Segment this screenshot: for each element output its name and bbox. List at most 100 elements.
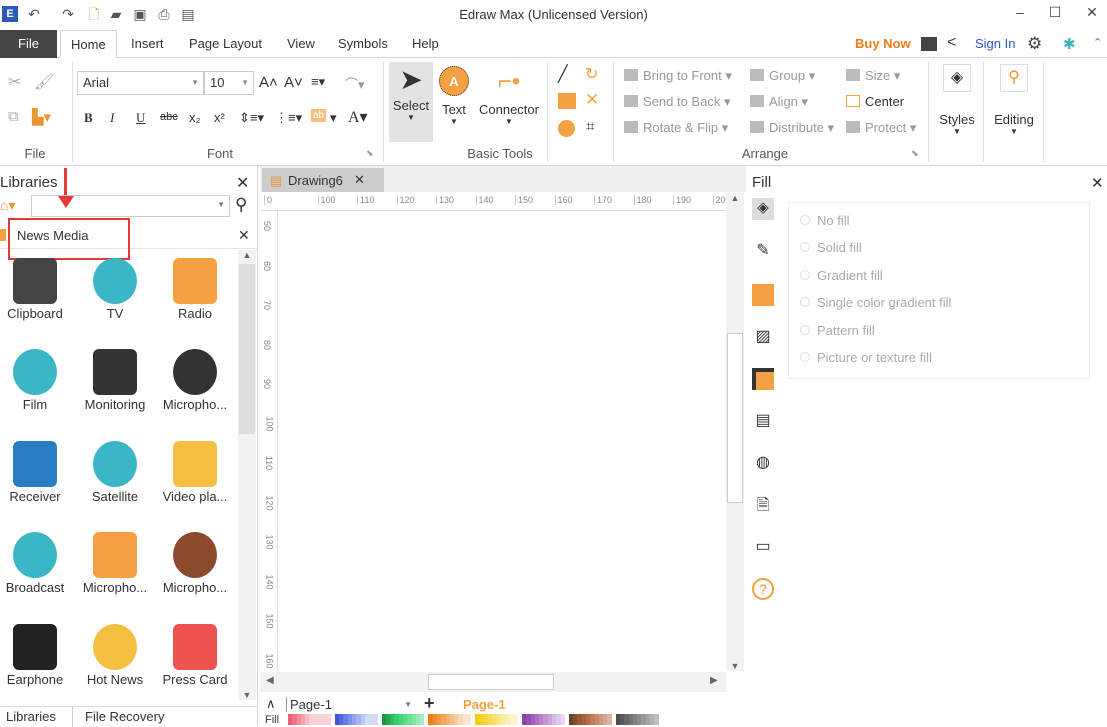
line-icon[interactable]: ╱ [558, 64, 568, 84]
line-style-icon[interactable]: ✎ [752, 240, 774, 262]
font-size-select[interactable]: 10 ▼ [204, 71, 254, 95]
layer-icon[interactable] [752, 368, 774, 390]
align-icon[interactable]: ≡▾ [311, 74, 325, 90]
protect-button[interactable]: Protect ▾ [846, 120, 916, 136]
crop-icon[interactable]: ⌗ [586, 118, 594, 135]
library-shape[interactable]: Micropho... [155, 349, 235, 412]
close-libraries-icon[interactable]: ✕ [236, 173, 249, 193]
library-shape[interactable]: Micropho... [75, 532, 155, 595]
align-button[interactable]: Align ▾ [750, 94, 808, 110]
attachment-icon[interactable]: 🗎 [752, 494, 774, 516]
tab-file-recovery[interactable]: File Recovery [85, 709, 164, 724]
rectangle-icon[interactable] [558, 93, 576, 109]
distribute-button[interactable]: Distribute ▾ [750, 120, 834, 136]
color-palette[interactable] [288, 714, 663, 725]
library-scrollbar[interactable]: ▲ ▼ [238, 250, 256, 700]
superscript-icon[interactable]: x² [214, 110, 225, 125]
library-shape[interactable]: Video pla... [155, 441, 235, 504]
size-button[interactable]: Size ▾ [846, 68, 900, 84]
home-icon[interactable]: ⌂▾ [0, 197, 15, 214]
tab-drawing6[interactable]: ▤ Drawing6 ✕ [262, 168, 384, 192]
buy-now-link[interactable]: Buy Now [845, 30, 921, 58]
cut-icon[interactable]: ✂ [8, 72, 21, 92]
library-shape[interactable]: Broadcast [0, 532, 75, 595]
highlight-icon[interactable]: ab [311, 109, 327, 122]
editing-button[interactable]: ⚲ Editing ▼ [987, 64, 1041, 136]
select-tool-button[interactable]: ➤ Select ▼ [389, 62, 433, 142]
shrink-font-icon[interactable]: A˅ [284, 74, 303, 91]
add-page-icon[interactable]: + [424, 693, 435, 714]
format-painter-icon[interactable]: 🖌 [34, 72, 54, 92]
center-button[interactable]: Center [846, 94, 904, 109]
collapse-icon[interactable]: ∧ [266, 696, 276, 712]
close-library-icon[interactable]: ✕ [238, 227, 250, 244]
fill-option-radio[interactable]: Pattern fill [800, 323, 875, 338]
library-shape[interactable]: Monitoring [75, 349, 155, 412]
library-shape[interactable]: Receiver [0, 441, 75, 504]
tab-page-layout[interactable]: Page Layout [179, 30, 272, 58]
maximize-button[interactable]: ☐ [1045, 4, 1065, 21]
bold-icon[interactable]: B [84, 110, 93, 126]
help-icon[interactable]: ? [752, 578, 774, 600]
subscript-icon[interactable]: x₂ [189, 110, 201, 125]
circle-icon[interactable] [558, 120, 575, 137]
tab-libraries[interactable]: Libraries [6, 709, 56, 724]
tab-symbols[interactable]: Symbols [328, 30, 398, 58]
fill-option-radio[interactable]: Solid fill [800, 240, 862, 255]
page-tab[interactable]: Page-1 [463, 697, 506, 712]
arrange-dialog-launcher[interactable]: ⬊ [911, 148, 919, 159]
search-icon[interactable]: ⚲ [235, 195, 247, 215]
line-spacing-icon[interactable]: ⇕≡▾ [239, 110, 264, 126]
share-box-icon[interactable] [921, 37, 937, 51]
tab-file[interactable]: File [0, 30, 57, 58]
close-tab-icon[interactable]: ✕ [354, 172, 365, 188]
styles-button[interactable]: ◈ Styles ▼ [933, 64, 981, 136]
close-button[interactable]: ✕ [1082, 4, 1102, 21]
library-shape[interactable]: Clipboard [0, 258, 75, 321]
bring-to-front-button[interactable]: Bring to Front ▾ [624, 68, 732, 84]
vertical-scrollbar[interactable]: ▲ ▼ [726, 193, 744, 671]
library-shape[interactable]: Radio [155, 258, 235, 321]
library-search-input[interactable]: ▼ [31, 195, 230, 217]
italic-icon[interactable]: I [110, 110, 114, 126]
horizontal-scrollbar[interactable]: ◀ ▶ [260, 672, 726, 692]
v-scroll-thumb[interactable] [727, 333, 743, 503]
settings-icon[interactable]: ⚙ [1027, 34, 1042, 54]
fill-option-radio[interactable]: Gradient fill [800, 268, 883, 283]
send-to-back-button[interactable]: Send to Back ▾ [624, 94, 730, 110]
highlight-dropdown[interactable]: ▾ [330, 110, 337, 126]
font-color-icon[interactable]: A▾ [348, 107, 368, 127]
underline-icon[interactable]: U [136, 110, 145, 126]
tab-home[interactable]: Home [60, 30, 117, 58]
curve-text-icon[interactable]: ⌒▾ [345, 74, 365, 93]
tab-view[interactable]: View [277, 30, 325, 58]
shadow-icon[interactable] [752, 284, 774, 306]
library-shape[interactable]: TV [75, 258, 155, 321]
library-shape[interactable]: Film [0, 349, 75, 412]
library-shape[interactable]: Press Card [155, 624, 235, 687]
minimize-button[interactable]: – [1010, 4, 1030, 20]
bullets-icon[interactable]: ⋮≡▾ [275, 110, 302, 126]
fill-option-radio[interactable]: Picture or texture fill [800, 350, 932, 365]
fill-tool-icon[interactable]: ◈ [752, 198, 774, 220]
cross-icon[interactable]: ✕ [585, 90, 599, 110]
paste-icon[interactable]: ▙▾ [32, 108, 51, 126]
library-shape[interactable]: Earphone [0, 624, 75, 687]
group-button[interactable]: Group ▾ [750, 68, 815, 84]
collapse-ribbon-icon[interactable]: ⌃ [1093, 36, 1102, 49]
globe-icon[interactable]: ◍ [752, 452, 774, 474]
page-select[interactable]: Page-1 ▼ [286, 697, 412, 712]
sign-in-link[interactable]: Sign In [965, 30, 1025, 58]
fill-option-radio[interactable]: No fill [800, 213, 850, 228]
font-dialog-launcher[interactable]: ⬊ [366, 148, 374, 159]
copy-icon[interactable]: ⧉ [8, 108, 19, 125]
tab-help[interactable]: Help [402, 30, 449, 58]
close-fill-icon[interactable]: ✕ [1091, 174, 1104, 192]
comment-icon[interactable]: ▭ [752, 536, 774, 558]
fill-option-radio[interactable]: Single color gradient fill [800, 295, 951, 310]
connector-tool-button[interactable]: ⌐• Connector ▼ [476, 66, 542, 126]
library-shape[interactable]: Hot News [75, 624, 155, 687]
strikethrough-icon[interactable]: abc [160, 111, 178, 123]
library-shape[interactable]: Micropho... [155, 532, 235, 595]
share-icon[interactable]: < [947, 34, 956, 52]
